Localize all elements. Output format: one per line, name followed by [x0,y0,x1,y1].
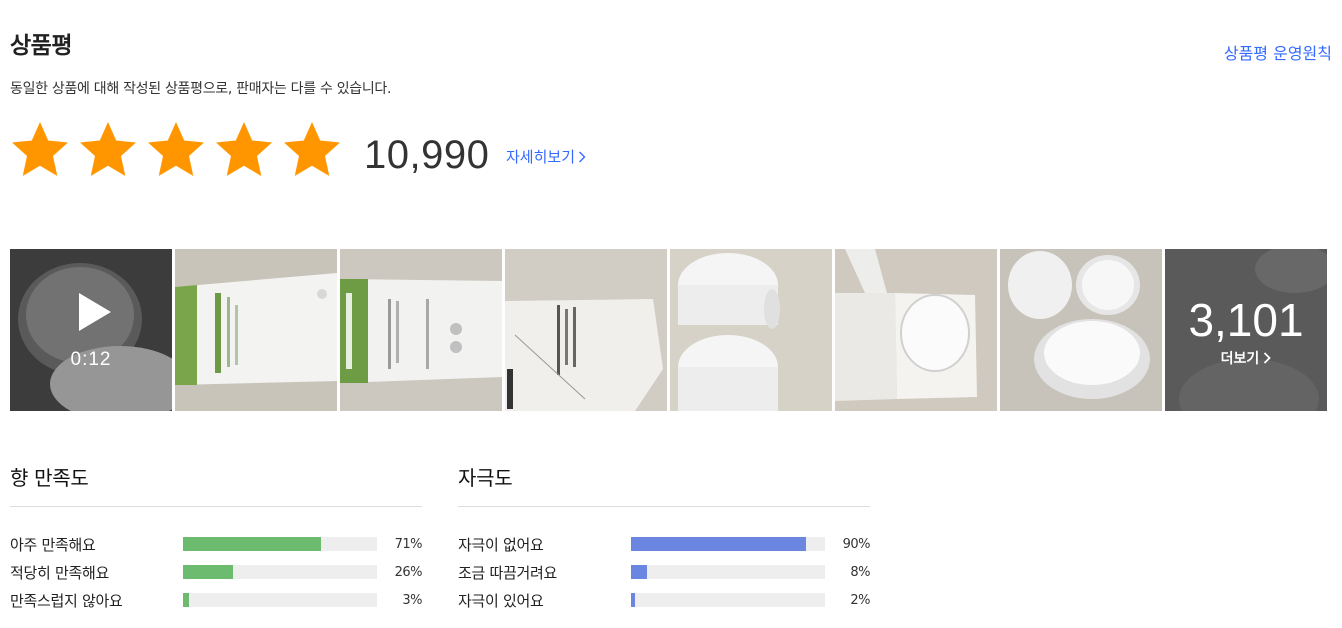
survey-row-percent: 26% [394,564,423,580]
review-photo[interactable] [175,249,337,411]
star-icon [284,122,340,176]
review-policy-link[interactable]: 상품평 운영원칙 [1224,40,1332,64]
survey-row-label: 아주 만족해요 [10,535,96,554]
star-rating [10,120,342,180]
survey-bar-fill [631,593,635,607]
survey-bar-fill [183,565,234,579]
survey-row: 아주 만족해요 71% [10,530,423,558]
review-photo[interactable] [505,249,667,411]
review-photo-image [340,249,502,411]
survey-row-percent: 3% [402,592,422,608]
survey-row-label: 자극이 있어요 [458,591,544,610]
scent-satisfaction-survey: 향 만족도 아주 만족해요 71% 적당히 만족해요 26% 만족스럽지 않아요… [10,462,423,614]
survey-bar [183,537,377,551]
more-photos-tile[interactable]: 3,101 더보기 [1165,249,1327,411]
survey-bar [631,537,825,551]
survey-bar-fill [183,593,189,607]
review-photo[interactable] [835,249,997,411]
survey-row-label: 만족스럽지 않아요 [10,591,123,610]
review-video-thumbnail[interactable]: 0:12 [10,249,172,411]
detail-link[interactable]: 자세히보기 [506,146,586,167]
review-photo-image [670,249,832,411]
review-photo-strip: 0:12 3,101 더보기 [10,249,1327,411]
play-icon [79,293,111,331]
survey-row-percent: 2% [850,592,870,608]
survey-row-label: 자극이 없어요 [458,535,544,554]
survey-row: 만족스럽지 않아요 3% [10,586,423,614]
more-photos-label: 더보기 [1220,351,1260,367]
more-photos-link[interactable]: 더보기 [1165,348,1327,368]
survey-row-percent: 90% [842,536,871,552]
page-title: 상품평 [10,33,72,59]
survey-bar [183,593,377,607]
chevron-right-icon [1264,352,1272,364]
review-photo-image [505,249,667,411]
survey-row-percent: 71% [394,536,423,552]
star-icon [148,122,204,176]
detail-link-label: 자세히보기 [506,148,576,166]
survey-bar [183,565,377,579]
review-notice: 동일한 상품에 대해 작성된 상품평으로, 판매자는 다를 수 있습니다. [10,81,392,97]
survey-row-label: 적당히 만족해요 [10,563,109,582]
irritation-survey: 자극도 자극이 없어요 90% 조금 따끔거려요 8% 자극이 있어요 2% [458,462,871,614]
review-photo[interactable] [340,249,502,411]
divider [458,506,870,507]
survey-row: 자극이 없어요 90% [458,530,871,558]
video-duration: 0:12 [70,349,112,370]
survey-bar-fill [183,537,321,551]
survey-bar [631,593,825,607]
survey-row: 적당히 만족해요 26% [10,558,423,586]
survey-row-percent: 8% [850,564,870,580]
chevron-right-icon [579,151,586,162]
review-photo-image [1000,249,1162,411]
review-photo[interactable] [1000,249,1162,411]
review-photo-image [175,249,337,411]
star-icon [12,122,68,176]
survey-title: 자극도 [458,466,513,490]
survey-row-label: 조금 따끔거려요 [458,563,557,582]
photo-total-count: 3,101 [1188,294,1304,346]
star-icon [80,122,136,176]
survey-title: 향 만족도 [10,466,89,490]
survey-bar [631,565,825,579]
star-icon [216,122,272,176]
divider [10,506,422,507]
review-photo-image [835,249,997,411]
survey-row: 조금 따끔거려요 8% [458,558,871,586]
survey-row: 자극이 있어요 2% [458,586,871,614]
review-count: 10,990 [364,133,490,177]
survey-bar-fill [631,565,647,579]
review-photo[interactable] [670,249,832,411]
survey-bar-fill [631,537,806,551]
